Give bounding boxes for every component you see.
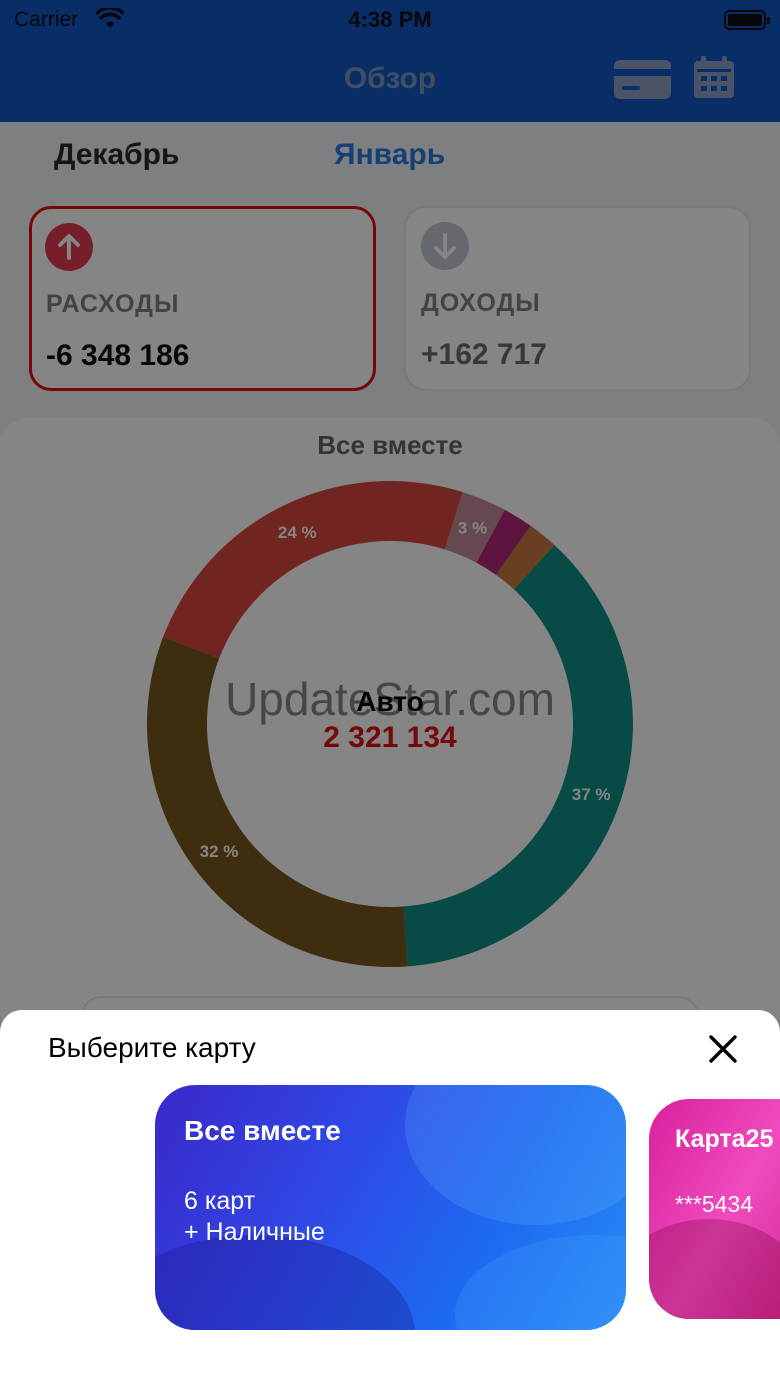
card-cash: + Наличные: [184, 1218, 325, 1246]
card-count: 6 карт: [184, 1187, 256, 1215]
card-all-together[interactable]: Все вместе 6 карт + Наличные: [155, 1085, 626, 1330]
sheet-title: Выберите карту: [48, 1032, 256, 1063]
card-name: Все вместе: [184, 1115, 341, 1146]
card-karta25[interactable]: Карта25 ***5434: [649, 1099, 780, 1319]
card-number: ***5434: [675, 1191, 754, 1217]
card-picker-sheet: Выберите карту Все вместе 6 карт + Налич…: [0, 1010, 780, 1387]
close-icon[interactable]: [702, 1028, 744, 1070]
card-name: Карта25: [675, 1125, 774, 1153]
